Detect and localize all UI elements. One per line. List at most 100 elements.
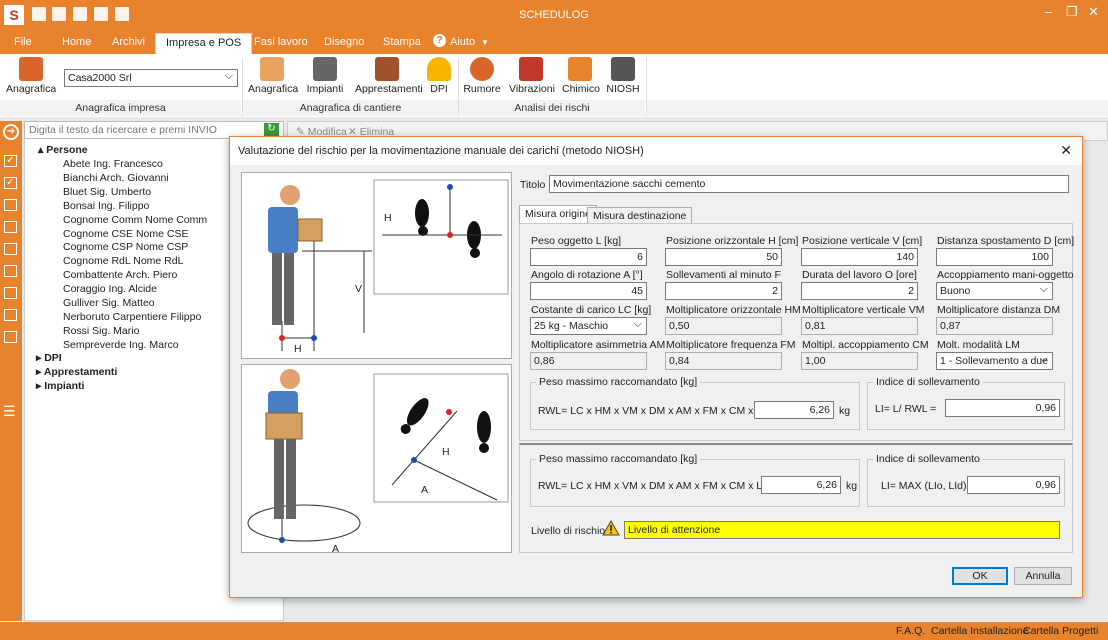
tree-node-impianti[interactable]: ▸ Impianti [36, 380, 84, 392]
people-list-item[interactable]: Bonsai Ing. Filippo [63, 200, 149, 212]
anagrafica-impresa-button[interactable]: Anagrafica [6, 54, 56, 95]
sollevamenti-input[interactable]: 2 [665, 282, 782, 300]
apprestamenti-button[interactable]: Apprestamenti [355, 54, 423, 95]
checkbox-icon[interactable] [4, 309, 17, 321]
checkbox-icon[interactable] [4, 243, 17, 255]
menu-fasi-lavoro[interactable]: Fasi lavoro [254, 36, 308, 48]
accoppiamento-label: Accoppiamento mani-oggetto [937, 269, 1074, 281]
people-list-item[interactable]: Gulliver Sig. Matteo [63, 297, 155, 309]
chevron-down-icon[interactable]: ▼ [481, 38, 489, 47]
ok-button[interactable]: OK [952, 567, 1008, 585]
li2-value: 0,96 [967, 476, 1060, 494]
people-list-item[interactable]: Sempreverde Ing. Marco [63, 339, 179, 351]
chimico-button[interactable]: Chimico [562, 54, 600, 95]
angolo-input[interactable]: 45 [530, 282, 647, 300]
people-list-item[interactable]: Cognome CSP Nome CSP [63, 241, 188, 253]
posizione-h-input[interactable]: 50 [665, 248, 782, 266]
distanza-label: Distanza spostamento D [cm] [937, 235, 1075, 247]
company-select[interactable]: Casa2000 Srl [64, 69, 238, 87]
niosh-dialog: Valutazione del rischio per la movimenta… [229, 136, 1083, 598]
menu-aiuto[interactable]: Aiuto [450, 36, 475, 48]
peso-input[interactable]: 6 [530, 248, 647, 266]
durata-input[interactable]: 2 [801, 282, 918, 300]
sollevamenti-label: Sollevamenti al minuto F [666, 269, 781, 281]
help-icon[interactable]: ? [433, 34, 446, 47]
am-label: Moltiplicatore asimmetria AM [531, 339, 666, 351]
people-list-item[interactable]: Cognome RdL Nome RdL [63, 255, 183, 267]
costante-select[interactable]: 25 kg - Maschio [530, 317, 647, 335]
niosh-button[interactable]: NIOSH [606, 54, 640, 95]
titolo-input[interactable]: Movimentazione sacchi cemento [549, 175, 1069, 193]
people-list-item[interactable]: Combattente Arch. Piero [63, 269, 177, 281]
tab-misura-destinazione[interactable]: Misura destinazione [587, 207, 693, 224]
list-icon[interactable]: ☰ [3, 403, 16, 420]
livello-value[interactable]: Livello di attenzione [624, 521, 1060, 539]
dialog-header: Valutazione del rischio per la movimenta… [230, 137, 1082, 165]
tree-node-apprestamenti[interactable]: ▸ Apprestamenti [36, 366, 117, 378]
menu-stampa[interactable]: Stampa [383, 36, 421, 48]
people-list-item[interactable]: Cognome Comm Nome Comm [63, 214, 207, 226]
worker-rotation-illustration [247, 369, 509, 543]
lm-select[interactable]: 1 - Sollevamento a due [936, 352, 1053, 370]
checkbox-icon[interactable] [4, 331, 17, 343]
vm-label: Moltiplicatore verticale VM [802, 304, 925, 316]
people-list-item[interactable]: Cognome CSE Nome CSE [63, 228, 188, 240]
li-formula: LI= L/ RWL = [875, 403, 937, 415]
annulla-button[interactable]: Annulla [1014, 567, 1072, 585]
status-bar: F.A.Q. Cartella Installazione Cartella P… [0, 622, 1108, 640]
am-value: 0,86 [530, 352, 647, 370]
durata-label: Durata del lavoro O [ore] [802, 269, 917, 281]
flask-icon [568, 57, 592, 81]
posizione-v-input[interactable]: 140 [801, 248, 918, 266]
group-label-rischi: Analisi dei rischi [459, 100, 645, 116]
dialog-title: Valutazione del rischio per la movimenta… [238, 145, 644, 157]
checkbox-icon[interactable] [4, 199, 17, 211]
rwl2-value: 6,26 [761, 476, 841, 494]
dm-value: 0,87 [936, 317, 1053, 335]
livello-label: Livello di rischio [531, 525, 606, 537]
refresh-icon[interactable]: ↻ [264, 123, 279, 137]
people-list-item[interactable]: Coraggio Ing. Alcide [63, 283, 157, 295]
people-list-item[interactable]: Nerboruto Carpentiere Filippo [63, 311, 201, 323]
menu-archivi[interactable]: Archivi [112, 36, 145, 48]
side-toolbar: ➔ ✓ ✓ ☰ [0, 121, 22, 621]
diagram-label-v: V [355, 283, 363, 295]
helmet-icon [427, 57, 451, 81]
restore-icon[interactable]: ❐ [1066, 4, 1078, 20]
diagram-label-a: A [421, 484, 429, 496]
rwl-value: 6,26 [754, 401, 834, 419]
anagrafica-cantiere-button[interactable]: Anagrafica [248, 54, 298, 95]
menu-home[interactable]: Home [62, 36, 91, 48]
accoppiamento-select[interactable]: Buono [936, 282, 1053, 300]
tree-node-dpi[interactable]: ▸ DPI [36, 352, 62, 364]
projects-folder-link[interactable]: Cartella Progetti [1023, 625, 1098, 637]
tab-misura-origine[interactable]: Misura origine [519, 205, 597, 224]
tree-node-persone[interactable]: ▴ Persone [38, 144, 88, 156]
arrow-right-icon[interactable]: ➔ [3, 124, 19, 140]
checkbox-checked-icon[interactable]: ✓ [4, 155, 17, 167]
people-list-item[interactable]: Bluet Sig. Umberto [63, 186, 151, 198]
impianti-button[interactable]: Impianti [305, 54, 345, 95]
rumore-button[interactable]: Rumore [463, 54, 501, 95]
checkbox-checked-icon[interactable]: ✓ [4, 177, 17, 189]
people-list-item[interactable]: Abete Ing. Francesco [63, 158, 163, 170]
menu-disegno[interactable]: Disegno [324, 36, 364, 48]
checkbox-icon[interactable] [4, 265, 17, 277]
close-icon[interactable]: ✕ [1060, 142, 1072, 159]
install-folder-link[interactable]: Cartella Installazione [931, 625, 1028, 637]
people-list-item[interactable]: Rossi Sig. Mario [63, 325, 139, 337]
lifting-diagram-front: H V H [241, 172, 512, 359]
minimize-icon[interactable]: – [1045, 4, 1052, 19]
rwl-group-title: Peso massimo raccomandato [kg] [536, 376, 701, 388]
people-list-item[interactable]: Bianchi Arch. Giovanni [63, 172, 169, 184]
scaffold-icon [375, 57, 399, 81]
menu-file[interactable]: File [14, 36, 32, 48]
dpi-button[interactable]: DPI [426, 54, 452, 95]
checkbox-icon[interactable] [4, 287, 17, 299]
checkbox-icon[interactable] [4, 221, 17, 233]
faq-link[interactable]: F.A.Q. [896, 625, 925, 637]
distanza-input[interactable]: 100 [936, 248, 1053, 266]
menu-impresa-pos[interactable]: Impresa e POS [155, 33, 253, 54]
vibrazioni-button[interactable]: Vibrazioni [509, 54, 555, 95]
close-window-icon[interactable]: ✕ [1088, 4, 1099, 20]
